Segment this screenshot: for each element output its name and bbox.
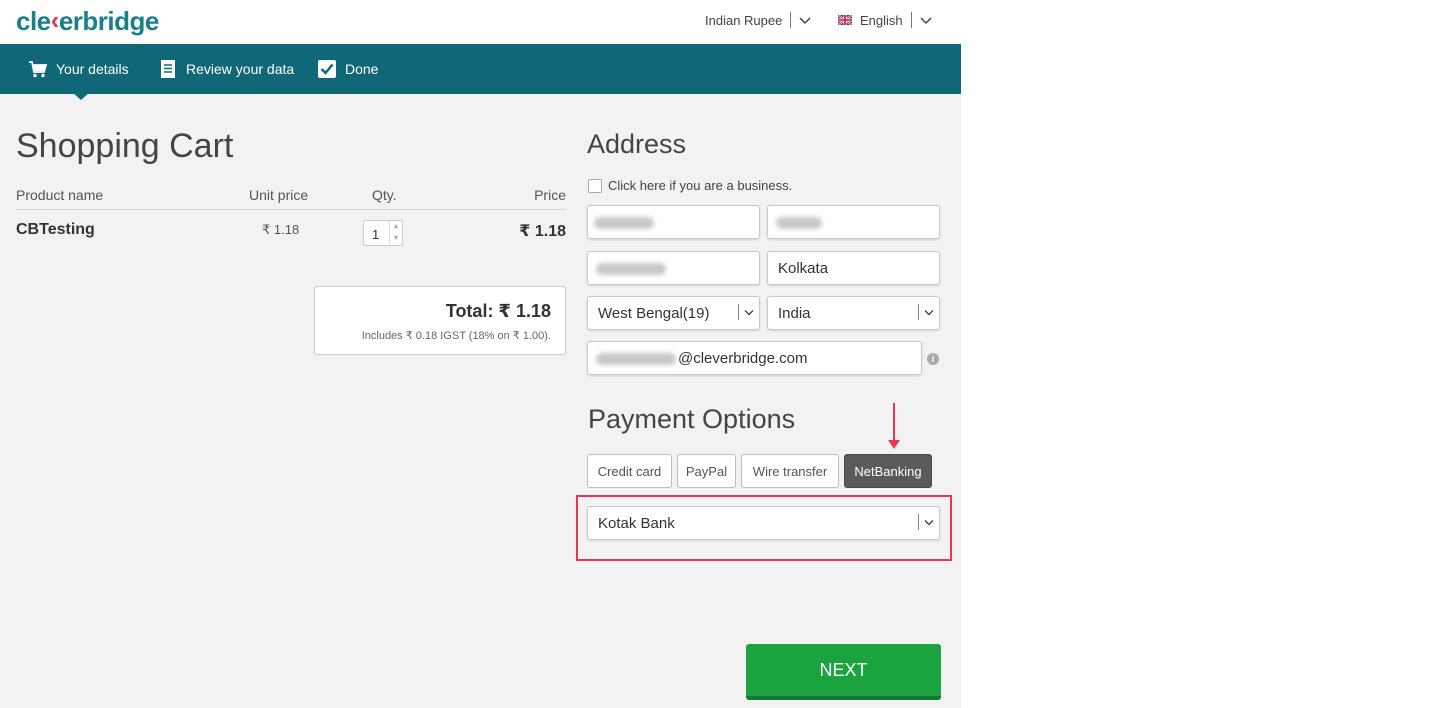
total-amount: Total: ₹ 1.18: [445, 301, 551, 321]
cleverbridge-logo[interactable]: cle‹erbridge: [16, 5, 160, 37]
cart-icon: [29, 61, 48, 78]
country-select[interactable]: India: [767, 296, 940, 330]
email-field[interactable]: @cleverbridge.com: [587, 341, 922, 375]
redacted-text: [596, 263, 666, 275]
step-your-details[interactable]: Your details: [28, 44, 129, 94]
logo-text-end: erbridge: [58, 6, 160, 36]
redacted-text: [594, 217, 654, 229]
country-value: India: [778, 305, 811, 322]
step-label: Done: [345, 61, 379, 77]
redacted-text: [776, 217, 822, 229]
state-value: West Bengal(19): [598, 305, 710, 322]
quantity-value: 1: [372, 227, 380, 242]
uk-flag-icon: [838, 15, 852, 25]
document-icon: [161, 60, 175, 78]
cart-divider: [16, 209, 566, 210]
step-review-data[interactable]: Review your data: [158, 44, 294, 94]
next-button[interactable]: NEXT: [746, 644, 941, 700]
checkout-app: cle‹erbridge Indian Rupee English Your d…: [0, 0, 961, 708]
payment-wire-transfer-button[interactable]: Wire transfer: [741, 454, 839, 488]
chevron-down-icon: [744, 310, 754, 316]
annotation-arrow-head: [888, 440, 900, 449]
business-checkbox-label: Click here if you are a business.: [608, 178, 793, 193]
annotation-highlight-box: [576, 495, 952, 561]
payment-netbanking-button[interactable]: NetBanking: [844, 454, 932, 488]
language-selector[interactable]: English: [838, 12, 932, 28]
active-step-pointer: [72, 92, 90, 100]
chevron-down-icon: [920, 17, 932, 25]
col-price: Price: [534, 187, 566, 203]
col-product-name: Product name: [16, 187, 104, 203]
tax-note: Includes ₹ 0.18 IGST (18% on ₹ 1.00).: [361, 330, 551, 342]
payment-title: Payment Options: [588, 404, 796, 434]
language-label: English: [860, 12, 903, 28]
annotation-arrow: [893, 403, 895, 443]
checkout-steps: Your details Review your data Done: [0, 44, 961, 94]
state-select[interactable]: West Bengal(19): [587, 296, 760, 330]
redacted-text: [596, 353, 676, 365]
first-name-field[interactable]: [587, 205, 760, 239]
quantity-stepper[interactable]: 1 ▲ ▼: [363, 220, 403, 246]
product-name: CBTesting: [16, 221, 95, 238]
last-name-field[interactable]: [767, 205, 940, 239]
col-qty: Qty.: [372, 187, 397, 203]
info-icon[interactable]: i: [927, 353, 939, 365]
top-header: cle‹erbridge Indian Rupee English: [0, 0, 961, 44]
cart-title: Shopping Cart: [16, 127, 234, 165]
step-label: Your details: [56, 61, 129, 77]
total-box: Total: ₹ 1.18 Includes ₹ 0.18 IGST (18% …: [314, 286, 566, 355]
currency-selector[interactable]: Indian Rupee: [705, 12, 811, 28]
stepper-arrows-icon[interactable]: ▲ ▼: [389, 221, 402, 245]
payment-paypal-button[interactable]: PayPal: [677, 454, 736, 488]
col-unit-price: Unit price: [249, 187, 309, 203]
city-value: Kolkata: [778, 260, 829, 277]
payment-credit-card-button[interactable]: Credit card: [587, 454, 672, 488]
logo-mark-icon: ‹: [50, 5, 60, 35]
checkbox[interactable]: [588, 178, 602, 193]
city-field[interactable]: Kolkata: [767, 251, 940, 285]
email-suffix: @cleverbridge.com: [678, 350, 808, 367]
unit-price: ₹ 1.18: [262, 222, 300, 237]
step-done[interactable]: Done: [317, 44, 378, 94]
checkbox-icon: [318, 60, 336, 78]
street-field[interactable]: [587, 251, 760, 285]
line-price: ₹ 1.18: [519, 223, 566, 240]
chevron-down-icon: [924, 310, 934, 316]
address-title: Address: [587, 129, 687, 159]
logo-text-start: cle: [16, 6, 51, 36]
step-label: Review your data: [186, 61, 295, 77]
business-checkbox[interactable]: Click here if you are a business.: [588, 178, 792, 193]
chevron-down-icon: [799, 17, 811, 25]
currency-label: Indian Rupee: [705, 12, 783, 28]
